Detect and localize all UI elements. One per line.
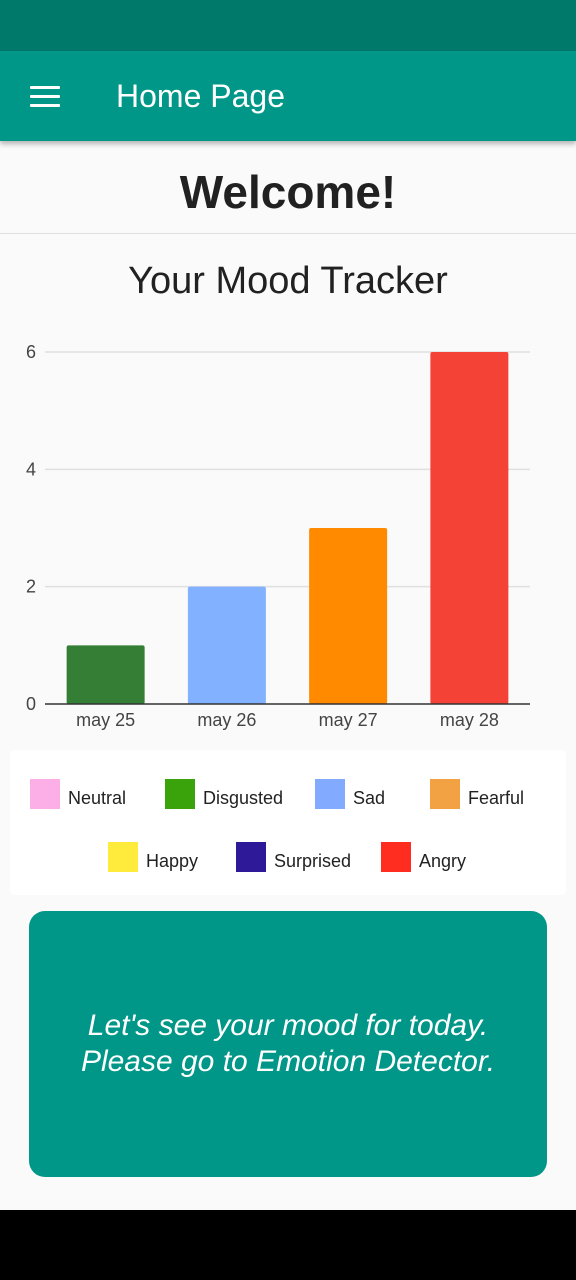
legend-swatch xyxy=(165,779,195,809)
welcome-heading: Welcome! xyxy=(179,166,397,218)
legend-item-neutral: Neutral xyxy=(30,778,126,810)
cta-line-2: Please go to Emotion Detector. xyxy=(80,1045,496,1078)
x-tick-label: may 27 xyxy=(319,710,378,730)
system-navigation-bar xyxy=(0,1210,576,1280)
legend-label: Sad xyxy=(353,787,386,808)
bar-may-26 xyxy=(187,586,266,704)
legend-item-happy: Happy xyxy=(108,841,198,873)
chart-title: Your Mood Tracker xyxy=(128,260,448,302)
app-bar: Home Page xyxy=(0,51,576,141)
legend-label: Happy xyxy=(146,850,199,871)
chart-legend: Neutral Disgusted Sad Fearful Happy Surprised… xyxy=(10,750,566,895)
legend-item-sad: Sad xyxy=(315,778,385,810)
x-tick-label: may 26 xyxy=(197,710,256,730)
legend-label: Angry xyxy=(419,850,467,871)
legend-label: Disgusted xyxy=(203,787,284,808)
bar-may-25 xyxy=(66,645,145,704)
cta-line-1: Let's see your mood for today. xyxy=(87,1009,489,1042)
menu-icon[interactable] xyxy=(22,73,68,119)
status-bar xyxy=(0,0,576,51)
legend-item-angry: Angry xyxy=(381,841,466,873)
legend-swatch xyxy=(236,842,266,872)
legend-swatch xyxy=(108,842,138,872)
legend-label: Fearful xyxy=(468,787,525,808)
y-tick-label: 0 xyxy=(26,694,36,714)
y-tick-label: 6 xyxy=(26,342,36,362)
cta-text: Let's see your mood for today. Please go… xyxy=(81,1008,495,1080)
legend-item-surprised: Surprised xyxy=(236,841,351,873)
mood-bar-chart: 0 2 4 6 may 25 may 26 may 27 may 28 xyxy=(26,342,530,730)
x-tick-label: may 25 xyxy=(76,710,135,730)
y-tick-label: 2 xyxy=(26,577,36,597)
emotion-detector-card[interactable]: Let's see your mood for today. Please go… xyxy=(29,911,547,1177)
y-tick-label: 4 xyxy=(26,459,36,479)
legend-item-disgusted: Disgusted xyxy=(165,778,283,810)
legend-swatch xyxy=(30,779,60,809)
page-title: Home Page xyxy=(116,78,285,114)
legend-swatch xyxy=(381,842,411,872)
legend-label: Neutral xyxy=(68,787,127,808)
legend-swatch xyxy=(315,779,345,809)
bar-may-27 xyxy=(309,528,388,704)
legend-label: Surprised xyxy=(274,850,352,871)
x-tick-label: may 28 xyxy=(440,710,499,730)
bar-may-28 xyxy=(430,352,509,704)
legend-item-fearful: Fearful xyxy=(430,778,524,810)
divider xyxy=(0,233,576,234)
legend-swatch xyxy=(430,779,460,809)
